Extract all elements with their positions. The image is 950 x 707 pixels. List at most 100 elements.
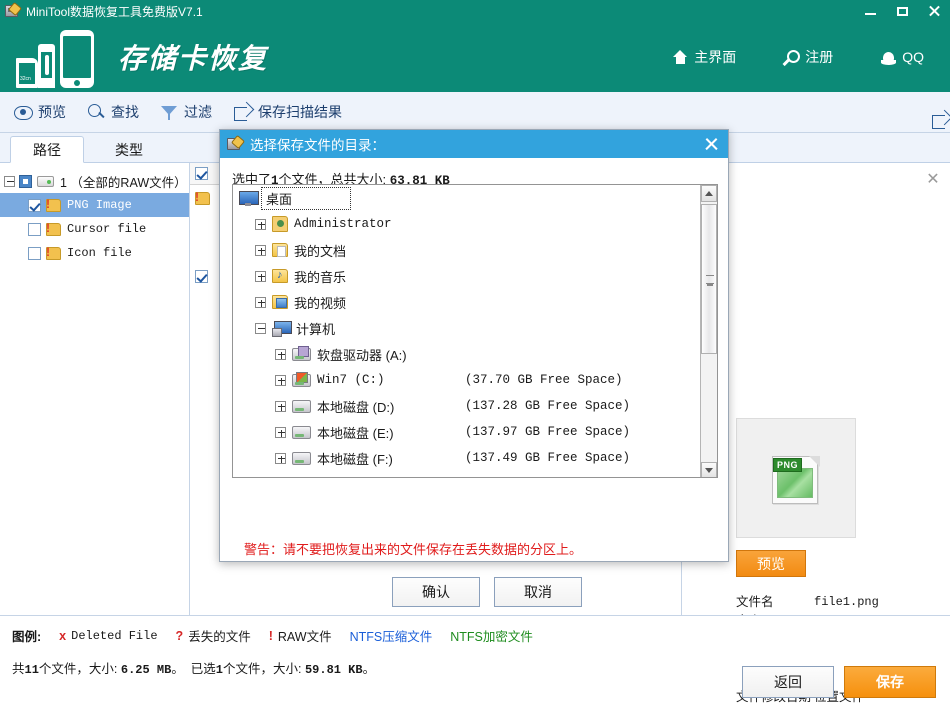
dir-row-local-e[interactable]: 本地磁盘 (E:) (137.97 GB Free Space)	[233, 419, 699, 445]
nav-item-register[interactable]: 注册	[784, 47, 833, 67]
expand-icon[interactable]	[275, 400, 286, 412]
legend-item-raw: ! RAW文件	[269, 626, 332, 645]
scroll-down-icon[interactable]	[701, 462, 717, 477]
toolbar-button-filter[interactable]: 过滤	[161, 102, 212, 122]
brand-header: 存储卡恢复 主界面 注册 QQ	[0, 22, 950, 92]
dir-row-floppy-a[interactable]: 软盘驱动器 (A:)	[233, 341, 699, 367]
dir-label-floppy-a: 软盘驱动器 (A:)	[317, 347, 407, 363]
select-all-checkbox[interactable]	[195, 167, 208, 180]
expand-icon[interactable]	[255, 218, 266, 230]
dir-row-dvd-g[interactable]: GRMCENXVOL_ (G:) (10.45 GB Free Space)	[233, 471, 699, 477]
dialog-cancel-button[interactable]: 取消	[494, 577, 582, 607]
home-icon	[673, 50, 688, 64]
window-title-bar: MiniTool数据恢复工具免费版V7.1	[0, 0, 950, 22]
expand-icon[interactable]	[275, 426, 286, 438]
tab-path-label: 路径	[33, 141, 61, 158]
header-nav: 主界面 注册 QQ	[673, 47, 924, 67]
preview-button[interactable]: 预览	[736, 550, 806, 577]
dir-row-administrator[interactable]: Administrator	[233, 211, 699, 237]
music-folder-icon	[272, 269, 288, 283]
raw-folder-icon	[195, 191, 210, 205]
dir-label-my-music: 我的音乐	[294, 269, 347, 285]
back-button[interactable]: 返回	[742, 666, 834, 698]
legend-item-deleted: x Deleted File	[59, 629, 157, 643]
minimize-button[interactable]	[854, 0, 886, 22]
dialog-close-icon[interactable]	[704, 137, 718, 151]
status-total-mid: 个文件，大小:	[38, 662, 118, 676]
status-sel-count: 1	[215, 663, 223, 677]
search-icon	[88, 104, 104, 120]
save-button[interactable]: 保存	[844, 666, 936, 698]
status-summary: 共11个文件，大小: 6.25 MB。 已选1个文件，大小: 59.81 KB。	[12, 658, 375, 677]
window-controls	[854, 0, 950, 22]
status-total-size: 6.25 MB	[120, 663, 172, 677]
legend: 图例: x Deleted File ? 丢失的文件 ! RAW文件 NTFS压…	[12, 626, 551, 645]
tree-item-checkbox[interactable]	[28, 198, 41, 212]
legend-label: NTFS压缩文件	[349, 630, 433, 644]
dir-label-win7-c: Win7 (C:)	[317, 373, 385, 387]
dir-row-win7-c[interactable]: Win7 (C:) (37.70 GB Free Space)	[233, 367, 699, 393]
toolbar-button-preview[interactable]: 预览	[14, 102, 66, 122]
key-icon	[784, 49, 801, 65]
dir-row-computer[interactable]: 计算机	[233, 315, 699, 341]
close-button[interactable]	[918, 0, 950, 22]
preview-thumbnail: PNG	[736, 418, 856, 538]
nav-item-home[interactable]: 主界面	[673, 47, 736, 67]
tab-path[interactable]: 路径	[10, 136, 84, 163]
toolbar-label-save-scan: 保存扫描结果	[258, 104, 342, 120]
dir-row-my-music[interactable]: 我的音乐	[233, 263, 699, 289]
directory-tree[interactable]: 桌面 Administrator 我的文档 我的音乐	[232, 184, 718, 478]
tree-root-row[interactable]: 1 （全部的RAW文件）	[0, 169, 189, 193]
dir-free-local-d: (137.28 GB Free Space)	[465, 399, 631, 413]
legend-mark: ?	[175, 628, 184, 643]
scroll-up-icon[interactable]	[701, 185, 717, 202]
dir-row-my-videos[interactable]: 我的视频	[233, 289, 699, 315]
dir-row-my-documents[interactable]: 我的文档	[233, 237, 699, 263]
dir-label-local-d: 本地磁盘 (D:)	[317, 399, 395, 415]
collapse-icon[interactable]	[4, 175, 15, 187]
tab-type[interactable]: 类型	[92, 136, 166, 163]
dir-row-local-d[interactable]: 本地磁盘 (D:) (137.28 GB Free Space)	[233, 393, 699, 419]
raw-folder-icon	[46, 198, 61, 212]
toolbar-label-preview: 预览	[38, 104, 66, 120]
expand-icon[interactable]	[255, 296, 266, 308]
directory-tree-scrollbar[interactable]	[700, 185, 717, 477]
sd-usb-phone-icon	[12, 26, 112, 88]
nav-item-qq[interactable]: QQ	[881, 49, 924, 65]
toolbar-button-save-scan[interactable]: 保存扫描结果	[234, 102, 342, 122]
scrollbar-thumb[interactable]	[701, 204, 717, 354]
funnel-icon	[161, 105, 177, 120]
dialog-confirm-button[interactable]: 确认	[392, 577, 480, 607]
expand-icon[interactable]	[255, 244, 266, 256]
hard-drive-icon	[292, 425, 311, 439]
expand-icon[interactable]	[275, 452, 286, 464]
tree-item-png-image[interactable]: PNG Image	[0, 193, 189, 217]
maximize-button[interactable]	[886, 0, 918, 22]
dir-row-desktop[interactable]: 桌面	[233, 185, 699, 211]
dir-label-local-f: 本地磁盘 (F:)	[317, 451, 393, 467]
tree-root-checkbox[interactable]	[19, 174, 32, 188]
dir-label-administrator: Administrator	[294, 217, 392, 231]
computer-icon	[272, 320, 292, 337]
tree-item-checkbox[interactable]	[28, 246, 41, 260]
eye-icon	[14, 106, 33, 120]
tree-item-icon-file[interactable]: Icon file	[0, 241, 189, 265]
tree-item-checkbox[interactable]	[28, 222, 41, 236]
tree-item-label: PNG Image	[67, 198, 132, 212]
collapse-icon[interactable]	[255, 322, 266, 334]
expand-icon[interactable]	[275, 374, 286, 386]
tree-item-cursor-file[interactable]: Cursor file	[0, 217, 189, 241]
app-icon	[3, 1, 23, 19]
file-row-checkbox[interactable]	[195, 269, 208, 283]
window-title: MiniTool数据恢复工具免费版V7.1	[26, 4, 203, 19]
expand-icon[interactable]	[275, 348, 286, 360]
expand-icon[interactable]	[255, 270, 266, 282]
dialog-warning-text: 警告：请不要把恢复出来的文件保存在丢失数据的分区上。	[244, 542, 583, 557]
dir-row-local-f[interactable]: 本地磁盘 (F:) (137.49 GB Free Space)	[233, 445, 699, 471]
qq-penguin-icon	[881, 50, 897, 65]
close-icon[interactable]: ✕	[926, 172, 940, 188]
preview-button-label: 预览	[757, 555, 785, 572]
nav-label-register: 注册	[805, 49, 834, 65]
toolbar-button-find[interactable]: 查找	[88, 102, 139, 122]
floppy-drive-icon	[292, 345, 311, 361]
